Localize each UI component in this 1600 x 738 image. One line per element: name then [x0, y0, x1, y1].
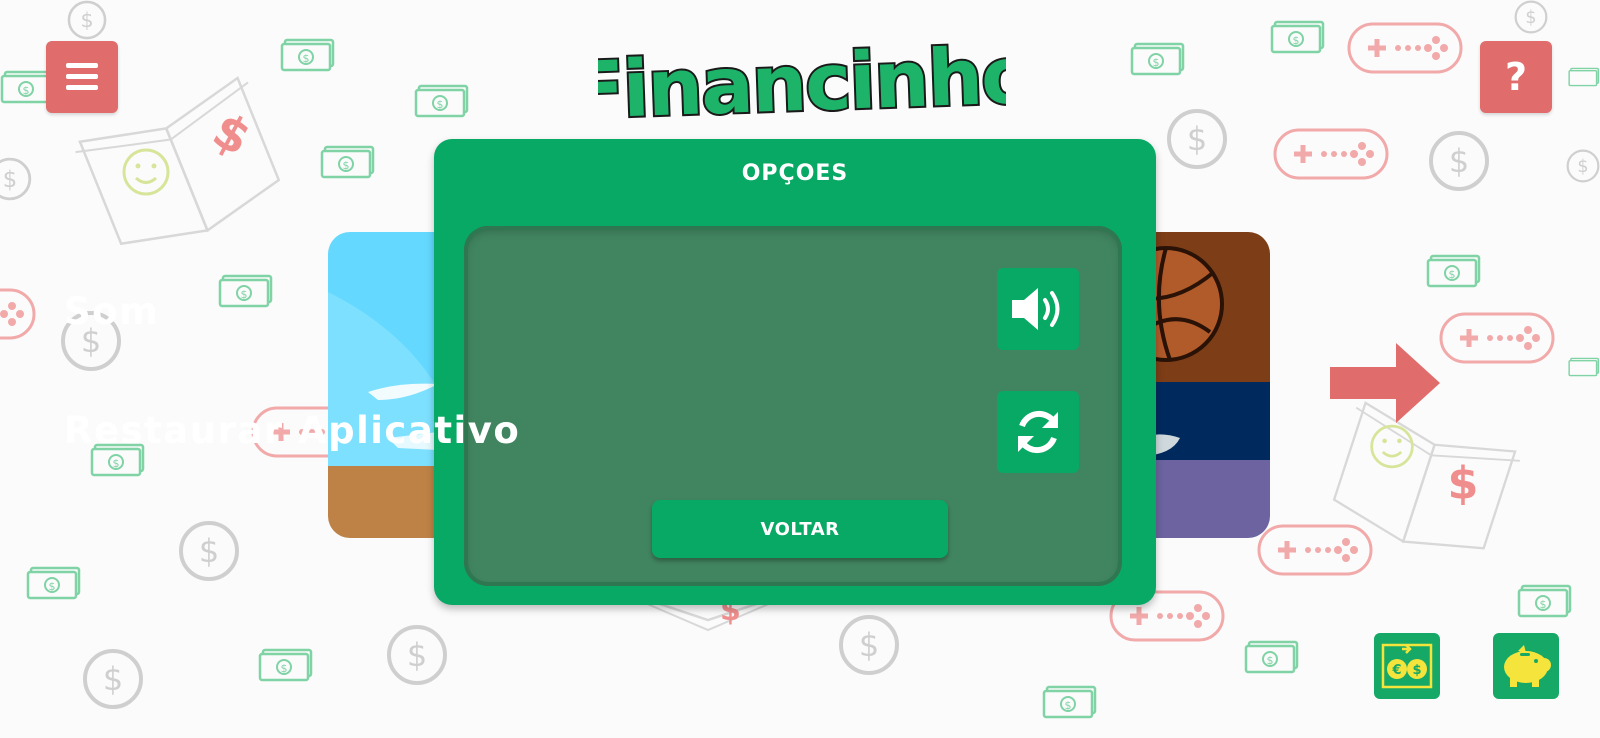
hamburger-menu-icon	[66, 63, 98, 90]
svg-text:$: $	[1412, 663, 1421, 678]
svg-text:$: $	[1540, 598, 1547, 611]
svg-text:$: $	[80, 8, 93, 32]
arrow-right-icon	[1330, 343, 1440, 423]
svg-text:$: $	[1449, 142, 1469, 180]
currency-exchange-button[interactable]: € $	[1374, 633, 1440, 699]
svg-text:$: $	[1267, 654, 1274, 667]
dollar-bill-icon	[1568, 67, 1599, 87]
dollar-coin-icon: $	[839, 615, 899, 675]
restore-app-button[interactable]	[997, 391, 1079, 473]
svg-text:$: $	[343, 159, 350, 172]
svg-text:$: $	[1293, 34, 1300, 47]
dollar-bill-icon: $	[1517, 584, 1572, 618]
svg-text:$: $	[1577, 157, 1588, 177]
svg-text:€: €	[1391, 663, 1401, 678]
piggy-bank-button[interactable]	[1493, 633, 1559, 699]
svg-text:$: $	[1448, 458, 1479, 509]
sound-toggle-button[interactable]	[997, 268, 1079, 350]
next-arrow-button[interactable]	[1330, 343, 1440, 427]
gamepad-icon	[1439, 312, 1555, 364]
app-logo: Financinho	[598, 24, 1006, 136]
dollar-bill-icon: $	[1042, 685, 1097, 719]
sound-option-label: Som	[64, 290, 160, 333]
svg-text:$: $	[1065, 699, 1072, 712]
restore-app-option-label: Restaurar Aplicativo	[64, 409, 521, 452]
refresh-icon	[1018, 410, 1058, 454]
gamepad-icon	[1347, 22, 1463, 74]
svg-text:$: $	[407, 636, 427, 674]
dollar-coin-icon: $	[67, 0, 107, 40]
svg-text:$: $	[1187, 120, 1207, 158]
dollar-coin-icon: $	[83, 649, 143, 709]
dollar-coin-icon: $	[1566, 149, 1600, 183]
svg-text:$: $	[241, 288, 248, 301]
dialog-title: OPÇOES	[741, 161, 849, 186]
svg-text:$: $	[281, 662, 288, 675]
svg-text:$: $	[113, 457, 120, 470]
svg-text:$: $	[1153, 56, 1160, 69]
svg-text:$: $	[199, 532, 219, 570]
dollar-coin-icon: $	[387, 625, 447, 685]
menu-button[interactable]	[46, 41, 118, 113]
currency-exchange-icon: € $	[1381, 643, 1433, 689]
logo-text: Financinho	[598, 31, 1006, 136]
dollar-coin-icon: $	[179, 521, 239, 581]
dollar-coin-icon: $	[1514, 0, 1548, 34]
svg-text:$: $	[23, 84, 30, 97]
gamepad-icon	[1273, 128, 1389, 180]
dollar-bill-icon: $	[1130, 42, 1185, 76]
svg-text:$: $	[3, 167, 17, 193]
svg-text:$: $	[1525, 8, 1536, 28]
svg-text:$: $	[859, 626, 879, 664]
dollar-coin-icon: $	[1167, 109, 1227, 169]
help-icon: ?	[1504, 55, 1528, 99]
dollar-coin-icon: $	[1429, 131, 1489, 191]
back-button[interactable]: VOLTAR	[652, 500, 948, 558]
dollar-coin-icon: $	[0, 157, 32, 201]
dollar-bill-icon: $	[26, 566, 81, 600]
dollar-bill-icon: $	[1244, 640, 1299, 674]
svg-text:$: $	[437, 98, 444, 111]
dollar-bill-icon: $	[414, 84, 469, 118]
gamepad-icon	[0, 288, 36, 340]
dollar-bill-icon: $	[258, 648, 313, 682]
dollar-bill-icon: $	[218, 274, 273, 308]
speaker-icon	[1012, 288, 1060, 330]
help-button[interactable]: ?	[1480, 41, 1552, 113]
dollar-bill-icon: $	[320, 145, 375, 179]
piggy-bank-icon	[1504, 645, 1551, 687]
svg-text:$: $	[49, 580, 56, 593]
dollar-bill-icon: $	[1270, 20, 1325, 54]
dollar-bill-icon: $	[1426, 254, 1481, 288]
svg-text:$: $	[1449, 268, 1456, 281]
svg-text:$: $	[103, 660, 123, 698]
dollar-bill-icon	[1568, 357, 1599, 377]
